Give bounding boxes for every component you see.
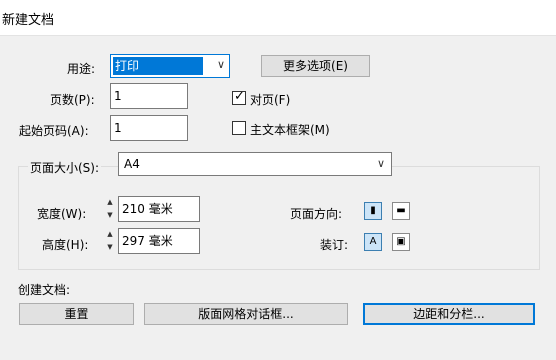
reset-button[interactable]: 重置 <box>19 303 134 325</box>
master-text-frame-label: 主文本框架(M) <box>250 123 330 137</box>
width-stepper[interactable]: ▲ ▼ <box>103 196 117 222</box>
height-input[interactable]: 297 毫米 <box>118 228 200 254</box>
page-size-select[interactable]: A4 ∨ <box>118 152 392 176</box>
master-text-frame-checkbox[interactable] <box>232 121 246 135</box>
facing-pages-checkbox[interactable]: ✓ <box>232 89 246 105</box>
page-size-label: 页面大小(S): <box>28 159 102 176</box>
pages-input[interactable]: 1 <box>110 83 188 109</box>
purpose-select[interactable]: 打印 ∨ <box>110 54 230 78</box>
right-to-left-icon[interactable]: ▣ <box>392 233 410 251</box>
height-stepper[interactable]: ▲ ▼ <box>103 228 117 254</box>
title-bar: 新建文档 <box>0 0 556 36</box>
up-arrow-icon[interactable]: ▲ <box>103 228 117 241</box>
binding-label: 装订: <box>320 238 349 252</box>
down-arrow-icon[interactable]: ▼ <box>103 209 117 222</box>
width-label: 宽度(W): <box>37 207 87 221</box>
landscape-icon[interactable]: ▬ <box>392 202 410 220</box>
page-size-group <box>18 166 540 270</box>
check-icon: ✓ <box>234 89 245 104</box>
more-options-button[interactable]: 更多选项(E) <box>261 55 370 77</box>
page-size-value: A4 <box>124 157 140 171</box>
orientation-label: 页面方向: <box>290 207 343 221</box>
start-page-label: 起始页码(A): <box>19 124 89 138</box>
purpose-label: 用途: <box>67 62 96 76</box>
start-page-input[interactable]: 1 <box>110 115 188 141</box>
window-title: 新建文档 <box>2 13 55 28</box>
create-document-label: 创建文档: <box>18 283 71 297</box>
height-label: 高度(H): <box>42 238 89 252</box>
portrait-icon[interactable]: ▮ <box>364 202 382 220</box>
down-arrow-icon[interactable]: ▼ <box>103 241 117 254</box>
width-input[interactable]: 210 毫米 <box>118 196 200 222</box>
pages-label: 页数(P): <box>50 93 95 107</box>
margins-columns-button[interactable]: 边距和分栏... <box>363 303 535 325</box>
chevron-down-icon: ∨ <box>216 58 225 71</box>
layout-grid-button[interactable]: 版面网格对话框... <box>144 303 348 325</box>
purpose-value: 打印 <box>113 57 203 75</box>
chevron-down-icon: ∨ <box>376 157 385 170</box>
left-to-right-icon[interactable]: A <box>364 233 382 251</box>
up-arrow-icon[interactable]: ▲ <box>103 196 117 209</box>
facing-pages-label: 对页(F) <box>250 93 291 107</box>
